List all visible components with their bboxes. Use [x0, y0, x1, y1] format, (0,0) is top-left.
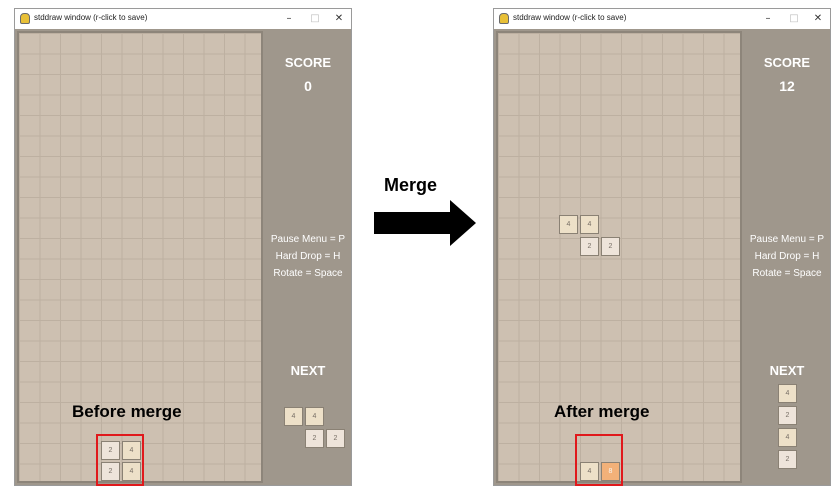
- game-canvas[interactable]: 2 4 2 4 SCORE 0 Pause Menu = P Hard Drop…: [15, 29, 351, 485]
- game-canvas[interactable]: 4 4 2 2 4 8 SCORE 12 Pause Menu = P Hard…: [494, 29, 830, 485]
- help-rotate: Rotate = Space: [273, 268, 343, 279]
- next-tile: 4: [778, 384, 797, 403]
- right-game-window: stddraw window (r-click to save) – □ ✕ 4…: [493, 8, 831, 486]
- falling-tile: 2: [580, 237, 599, 256]
- close-button[interactable]: ✕: [808, 11, 828, 27]
- next-tile: 4: [284, 407, 303, 426]
- help-pause: Pause Menu = P: [270, 234, 346, 245]
- window-title: stddraw window (r-click to save): [34, 13, 148, 22]
- next-label: NEXT: [290, 363, 326, 378]
- help-hard-drop: Hard Drop = H: [754, 251, 820, 262]
- score-label: SCORE: [763, 55, 811, 70]
- window-title: stddraw window (r-click to save): [513, 13, 627, 22]
- left-game-window: stddraw window (r-click to save) – □ ✕ 2…: [14, 8, 352, 486]
- minimize-button[interactable]: –: [279, 11, 299, 27]
- maximize-button[interactable]: □: [305, 11, 325, 27]
- score-label: SCORE: [284, 55, 332, 70]
- next-tile: 2: [305, 429, 324, 448]
- title-bar: stddraw window (r-click to save) – □ ✕: [494, 9, 830, 29]
- next-tile: 2: [778, 406, 797, 425]
- falling-tile: 2: [601, 237, 620, 256]
- highlight-box: [575, 434, 623, 486]
- next-tile: 4: [778, 428, 797, 447]
- next-tile: 4: [305, 407, 324, 426]
- falling-tile: 4: [559, 215, 578, 234]
- score-value: 12: [779, 78, 795, 94]
- highlight-box: [96, 434, 144, 486]
- side-panel: SCORE 12 Pause Menu = P Hard Drop = H Ro…: [744, 29, 830, 485]
- side-panel: SCORE 0 Pause Menu = P Hard Drop = H Rot…: [265, 29, 351, 485]
- help-pause: Pause Menu = P: [749, 234, 825, 245]
- next-tile: 2: [326, 429, 345, 448]
- minimize-button[interactable]: –: [758, 11, 778, 27]
- merge-label: Merge: [384, 175, 438, 195]
- right-arrow-icon: [374, 200, 476, 246]
- python-icon: [499, 13, 509, 24]
- score-value: 0: [304, 78, 312, 94]
- close-button[interactable]: ✕: [329, 11, 349, 27]
- falling-tile: 4: [580, 215, 599, 234]
- next-label: NEXT: [769, 363, 805, 378]
- next-tile: 2: [778, 450, 797, 469]
- python-icon: [20, 13, 30, 24]
- maximize-button[interactable]: □: [784, 11, 804, 27]
- before-merge-caption: Before merge: [72, 402, 182, 421]
- help-hard-drop: Hard Drop = H: [275, 251, 341, 262]
- title-bar: stddraw window (r-click to save) – □ ✕: [15, 9, 351, 29]
- help-rotate: Rotate = Space: [752, 268, 822, 279]
- after-merge-caption: After merge: [554, 402, 650, 421]
